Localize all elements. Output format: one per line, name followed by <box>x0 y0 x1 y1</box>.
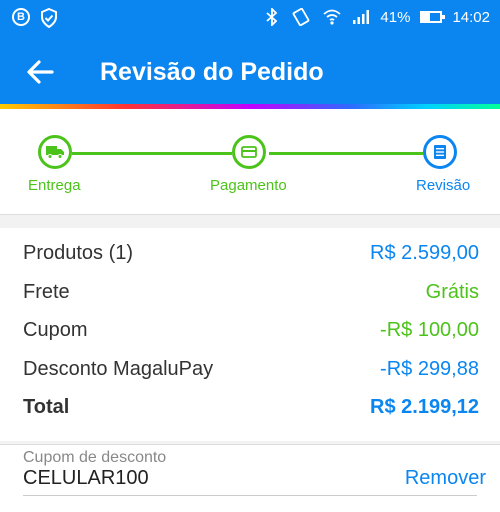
stepper-line-2 <box>269 152 423 155</box>
vibrate-icon <box>293 8 310 26</box>
step-pagamento[interactable] <box>232 135 266 169</box>
summary-label-total: Total <box>23 396 70 418</box>
summary-row-desconto: Desconto MagaluPay -R$ 299,88 <box>23 358 479 388</box>
page-title: Revisão do Pedido <box>100 58 324 86</box>
coupon-code-field[interactable]: CELULAR100 <box>23 467 149 490</box>
order-summary: Produtos (1) R$ 2.599,00 Frete Grátis Cu… <box>0 228 500 441</box>
step-label-pagamento: Pagamento <box>210 177 287 194</box>
summary-row-produtos: Produtos (1) R$ 2.599,00 <box>23 242 479 272</box>
coupon-section: Cupom de desconto CELULAR100 Remover <box>0 444 500 512</box>
b-badge-icon: B <box>12 8 30 26</box>
stepper-line-1 <box>72 152 232 155</box>
summary-row-cupom: Cupom -R$ 100,00 <box>23 319 479 349</box>
coupon-field-label: Cupom de desconto <box>23 449 167 466</box>
summary-value: -R$ 299,88 <box>380 358 479 380</box>
summary-value-total: R$ 2.199,12 <box>370 396 479 418</box>
step-revisao[interactable] <box>423 135 457 169</box>
battery-icon <box>420 11 446 23</box>
clock: 14:02 <box>452 8 490 26</box>
signal-icon <box>353 10 370 24</box>
shield-check-icon <box>41 8 57 28</box>
list-icon <box>434 145 446 159</box>
wifi-icon <box>323 9 342 25</box>
checkout-stepper: Entrega Pagamento Revisão <box>0 109 500 215</box>
summary-value: R$ 2.599,00 <box>370 242 479 264</box>
summary-value: -R$ 100,00 <box>380 319 479 341</box>
summary-label: Produtos (1) <box>23 242 134 264</box>
status-bar: B 41% 14:02 <box>0 0 500 36</box>
truck-icon <box>46 146 64 159</box>
step-entrega[interactable] <box>38 135 72 169</box>
card-icon <box>241 146 257 158</box>
arrow-left-icon[interactable] <box>24 56 56 88</box>
step-label-revisao: Revisão <box>416 177 471 194</box>
step-label-entrega: Entrega <box>28 177 81 194</box>
summary-label: Desconto MagaluPay <box>23 358 214 380</box>
battery-percent: 41% <box>380 8 411 26</box>
summary-label: Cupom <box>23 319 88 341</box>
coupon-field-underline <box>23 495 477 496</box>
summary-row-total: Total R$ 2.199,12 <box>23 396 479 426</box>
bluetooth-icon <box>266 8 278 26</box>
summary-row-frete: Frete Grátis <box>23 281 479 311</box>
summary-value: Grátis <box>425 281 479 303</box>
summary-label: Frete <box>23 281 70 303</box>
remove-coupon-button[interactable]: Remover <box>405 467 486 490</box>
